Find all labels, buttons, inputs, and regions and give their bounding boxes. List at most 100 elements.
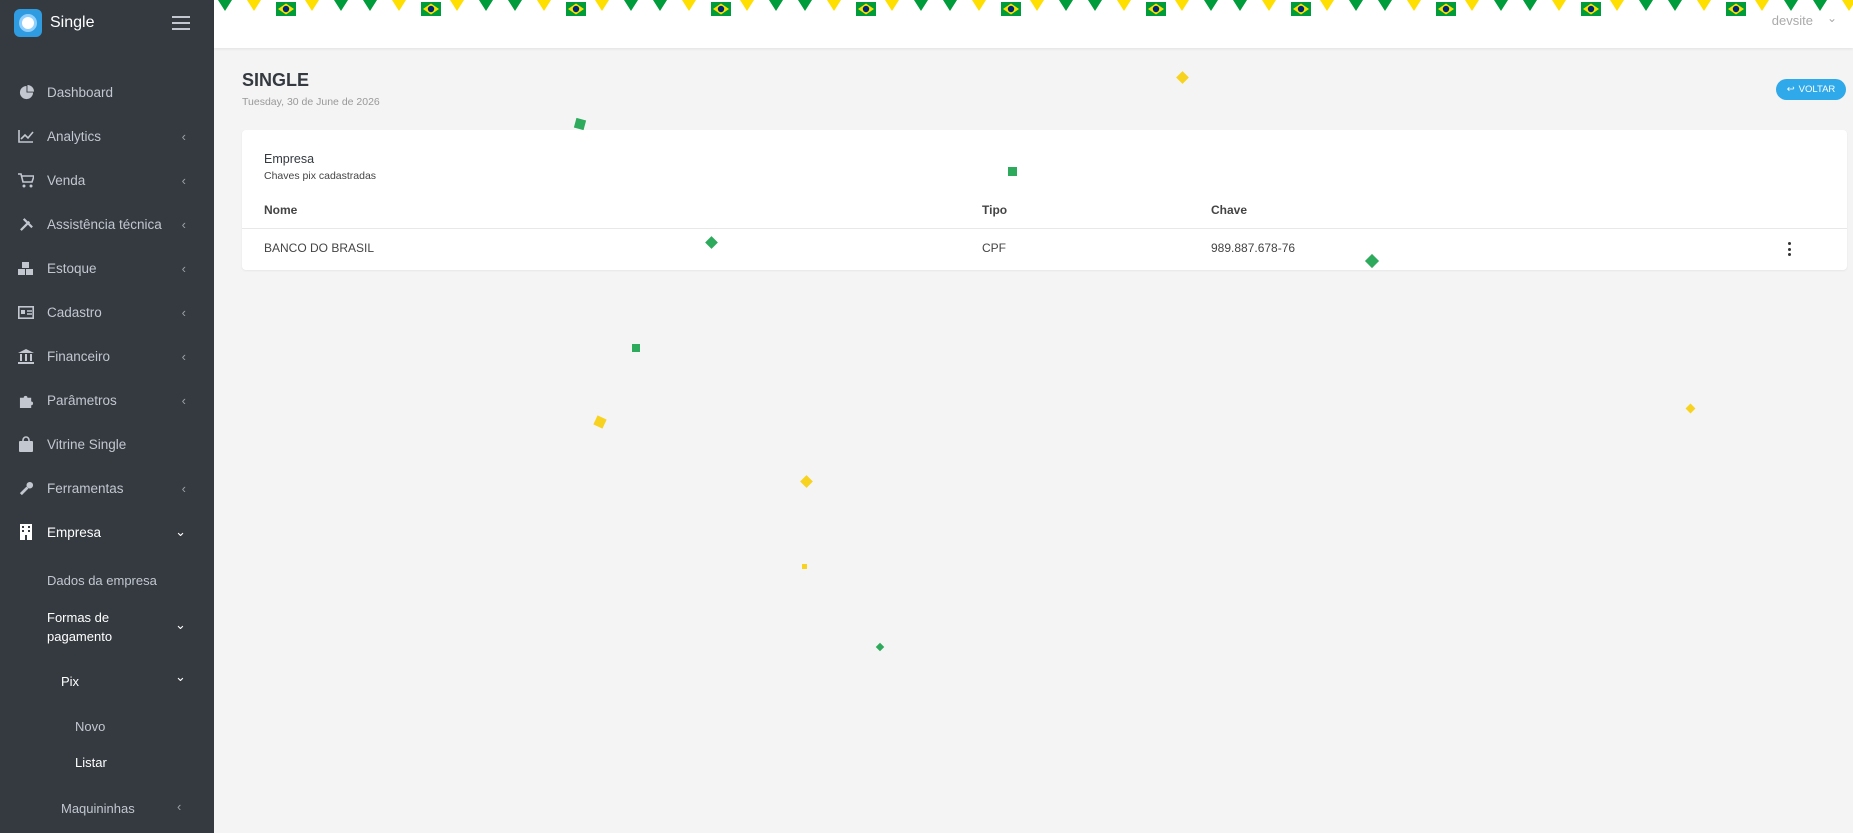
pennant-triangle — [1175, 0, 1189, 11]
return-arrow-icon: ↩ — [1786, 84, 1795, 95]
chevron-left-icon: ‹ — [177, 799, 182, 814]
confetti-piece — [573, 117, 587, 131]
app-logo-icon — [14, 9, 42, 37]
flag-pennant — [1291, 2, 1311, 16]
menu-toggle-icon[interactable] — [172, 16, 190, 34]
page-title: SINGLE — [242, 70, 310, 90]
sidebar-subitem-formas-de-pagamento[interactable]: Formas de pagamento — [47, 608, 112, 646]
pennant-triangle — [508, 0, 522, 11]
sidebar-item-estoque[interactable]: Estoque ‹ — [0, 246, 214, 290]
flag-pennant — [856, 2, 876, 16]
cart-icon — [17, 171, 35, 189]
sidebar-item-analytics[interactable]: Analytics ‹ — [0, 114, 214, 158]
brand[interactable]: Single — [0, 0, 214, 46]
confetti-piece — [800, 475, 813, 488]
sidebar-item-ferramentas[interactable]: Ferramentas ‹ — [0, 466, 214, 510]
flag-pennant — [276, 2, 296, 16]
formas-label-line1: Formas de — [47, 610, 110, 625]
sidebar-item-vitrine-single[interactable]: Vitrine Single — [0, 422, 214, 466]
sidebar-item-venda[interactable]: Venda ‹ — [0, 158, 214, 202]
formas-label-line2: pagamento — [47, 629, 113, 644]
row-actions-icon[interactable] — [1784, 242, 1794, 256]
pennant-triangle — [827, 0, 841, 11]
pennant-triangle — [334, 0, 348, 11]
chevron-left-icon: ‹ — [181, 260, 186, 276]
id-card-icon — [17, 303, 35, 321]
pennant-triangle — [450, 0, 464, 11]
sidebar-subitem-maquininhas[interactable]: Maquininhas — [61, 801, 135, 816]
pennant-triangle — [1610, 0, 1624, 11]
pennant-triangle — [1030, 0, 1044, 11]
pennant-triangle — [1378, 0, 1392, 11]
confetti-piece — [593, 415, 607, 429]
chevron-down-icon: ⌄ — [175, 617, 186, 632]
sidebar-item-dashboard[interactable]: Dashboard — [0, 70, 214, 114]
pennant-triangle — [363, 0, 377, 11]
column-header-tipo[interactable]: Tipo — [982, 203, 1007, 217]
pennant-triangle — [914, 0, 928, 11]
sidebar-item-label: Venda — [47, 172, 86, 188]
sidebar-item-parametros[interactable]: Parâmetros ‹ — [0, 378, 214, 422]
back-button[interactable]: ↩ VOLTAR — [1776, 79, 1846, 100]
pennant-triangle — [798, 0, 812, 11]
sidebar-subitem-listar[interactable]: Listar — [75, 755, 107, 770]
page-date: Tuesday, 30 de June de 2026 — [242, 96, 380, 108]
sidebar-item-assistencia-tecnica[interactable]: Assistência técnica ‹ — [0, 202, 214, 246]
card-title: Empresa — [264, 152, 315, 166]
pennant-triangle — [1088, 0, 1102, 11]
column-header-chave[interactable]: Chave — [1211, 203, 1247, 217]
sidebar-item-label: Analytics — [47, 128, 102, 144]
sidebar-item-financeiro[interactable]: Financeiro ‹ — [0, 334, 214, 378]
flag-pennant — [1001, 2, 1021, 16]
sidebar-item-label: Dashboard — [47, 84, 114, 100]
pennant-triangle — [653, 0, 667, 11]
pennant-triangle — [479, 0, 493, 11]
sidebar-item-empresa[interactable]: Empresa ⌄ — [0, 510, 214, 554]
chevron-left-icon: ‹ — [181, 480, 186, 496]
chevron-down-icon: ⌄ — [175, 524, 186, 539]
sidebar-item-label: Parâmetros — [47, 392, 117, 408]
flag-pennant — [711, 2, 731, 16]
cell-tipo: CPF — [982, 241, 1006, 255]
pennant-triangle — [1842, 0, 1853, 11]
sidebar-subitem-pix[interactable]: Pix — [61, 674, 79, 689]
flag-pennant — [1581, 2, 1601, 16]
confetti-piece — [875, 642, 885, 652]
sidebar-item-label: Cadastro — [47, 304, 102, 320]
pennant-triangle — [1204, 0, 1218, 11]
sidebar-subitem-novo[interactable]: Novo — [75, 719, 105, 734]
boxes-icon — [17, 259, 35, 277]
pennant-triangle — [1262, 0, 1276, 11]
pennant-triangle — [1813, 0, 1827, 11]
pennant-triangle — [769, 0, 783, 11]
cell-nome: BANCO DO BRASIL — [264, 241, 375, 255]
pennant-triangle — [392, 0, 406, 11]
chevron-left-icon: ‹ — [181, 348, 186, 364]
pennant-triangle — [1668, 0, 1682, 11]
sidebar-item-cadastro[interactable]: Cadastro ‹ — [0, 290, 214, 334]
chevron-left-icon: ‹ — [181, 172, 186, 188]
confetti-piece — [1176, 71, 1189, 84]
pennant-triangle — [1523, 0, 1537, 11]
chevron-left-icon: ‹ — [181, 216, 186, 232]
sidebar-item-label: Vitrine Single — [47, 436, 127, 452]
sidebar-item-label: Assistência técnica — [47, 216, 162, 232]
pennant-triangle — [1320, 0, 1334, 11]
pix-keys-card: Empresa Chaves pix cadastradas Nome Tipo… — [242, 130, 1847, 270]
building-icon — [17, 523, 35, 541]
pennant-triangle — [740, 0, 754, 11]
pennant-triangle — [247, 0, 261, 11]
line-chart-icon — [17, 127, 35, 145]
pennant-triangle — [943, 0, 957, 11]
sidebar-subitem-dados-da-empresa[interactable]: Dados da empresa — [47, 573, 157, 588]
bank-icon — [17, 347, 35, 365]
sidebar-item-label: Empresa — [47, 524, 102, 540]
pennant-triangle — [1117, 0, 1131, 11]
pennant-triangle — [1407, 0, 1421, 11]
pennant-triangle — [537, 0, 551, 11]
flag-bunting-decoration — [214, 0, 1853, 20]
confetti-piece — [632, 344, 640, 352]
pennant-triangle — [1494, 0, 1508, 11]
column-header-nome[interactable]: Nome — [264, 203, 297, 217]
confetti-piece — [802, 564, 807, 569]
